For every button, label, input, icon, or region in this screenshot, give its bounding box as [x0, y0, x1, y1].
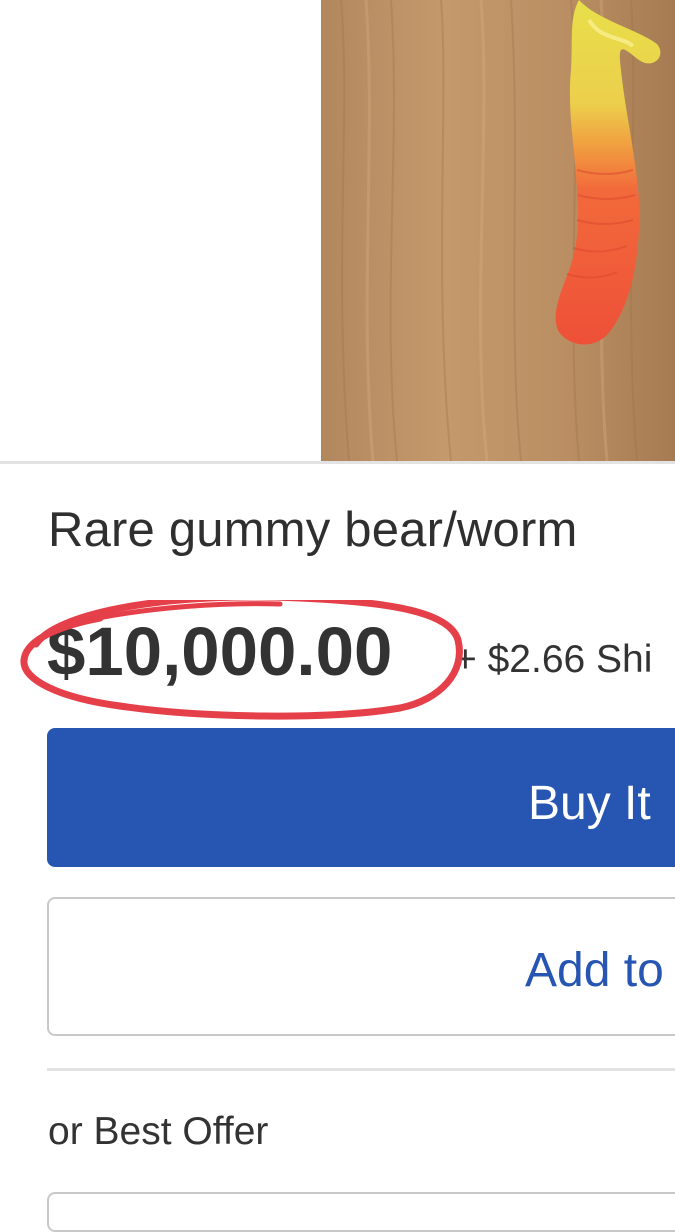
shipping-cost: + $2.66 Shi: [454, 638, 653, 681]
listing-price: $10,000.00: [47, 613, 393, 690]
section-divider: [47, 1068, 675, 1071]
buy-button-label: Buy It: [528, 777, 651, 830]
product-image[interactable]: [321, 0, 675, 461]
gummy-worm-photo: [321, 0, 675, 461]
price-row: $10,000.00 + $2.66 Shi: [0, 600, 675, 720]
listing-title: Rare gummy bear/worm: [48, 503, 578, 557]
buy-it-now-button[interactable]: Buy It: [47, 728, 675, 867]
add-to-cart-button[interactable]: Add to: [47, 897, 675, 1036]
cart-button-label: Add to: [525, 944, 664, 997]
image-divider: [0, 461, 675, 464]
make-offer-button[interactable]: [47, 1192, 675, 1232]
best-offer-label: or Best Offer: [48, 1110, 269, 1153]
